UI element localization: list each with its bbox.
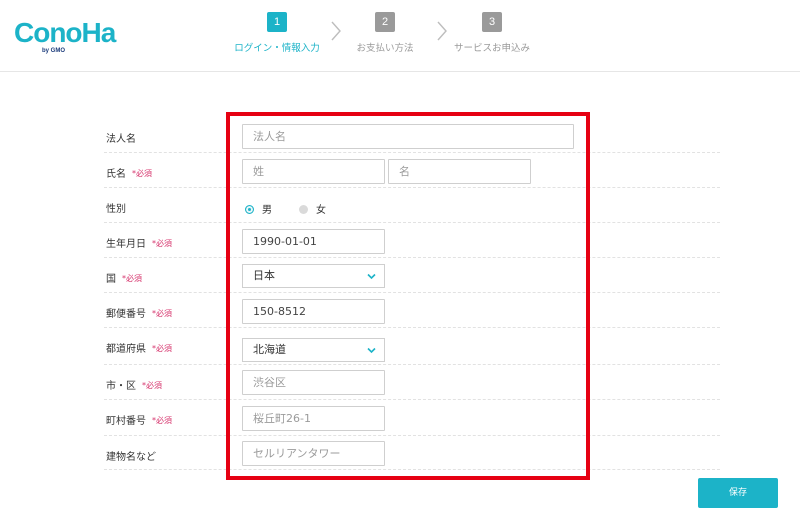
building-label: 建物名など: [106, 452, 156, 463]
step-1-number: 1: [267, 12, 287, 32]
step-2-label: お支払い方法: [356, 43, 414, 54]
required-mark: *必須: [152, 416, 172, 425]
step-3-number: 3: [482, 12, 502, 32]
country-label: 国 *必須: [106, 274, 142, 285]
required-mark: *必須: [152, 309, 172, 318]
corporate-name-label: 法人名: [106, 134, 136, 145]
address-label: 町村番号 *必須: [106, 416, 172, 427]
progress-steps: 1 ログイン・情報入力 2 お支払い方法 3 サービスお申込み: [0, 0, 800, 72]
required-mark: *必須: [142, 381, 162, 390]
step-3: 3 サービスお申込み: [432, 12, 552, 54]
name-label: 氏名 *必須: [106, 169, 152, 180]
required-mark: *必須: [132, 169, 152, 178]
postal-code-label: 郵便番号 *必須: [106, 309, 172, 320]
city-label: 市・区 *必須: [106, 381, 162, 392]
gender-label: 性別: [106, 204, 126, 215]
step-1-label: ログイン・情報入力: [234, 43, 320, 54]
step-1: 1 ログイン・情報入力: [217, 12, 337, 54]
save-button[interactable]: 保存: [698, 478, 778, 508]
required-mark: *必須: [122, 274, 142, 283]
required-mark: *必須: [152, 239, 172, 248]
step-3-label: サービスお申込み: [453, 43, 530, 54]
page-header: ConoHa by GMO 1 ログイン・情報入力 2 お支払い方法 3 サービ…: [0, 0, 800, 72]
prefecture-label: 都道府県 *必須: [106, 344, 172, 355]
step-2: 2 お支払い方法: [325, 12, 445, 54]
highlight-box: [226, 112, 590, 480]
step-2-number: 2: [375, 12, 395, 32]
required-mark: *必須: [152, 344, 172, 353]
birthdate-label: 生年月日 *必須: [106, 239, 172, 250]
